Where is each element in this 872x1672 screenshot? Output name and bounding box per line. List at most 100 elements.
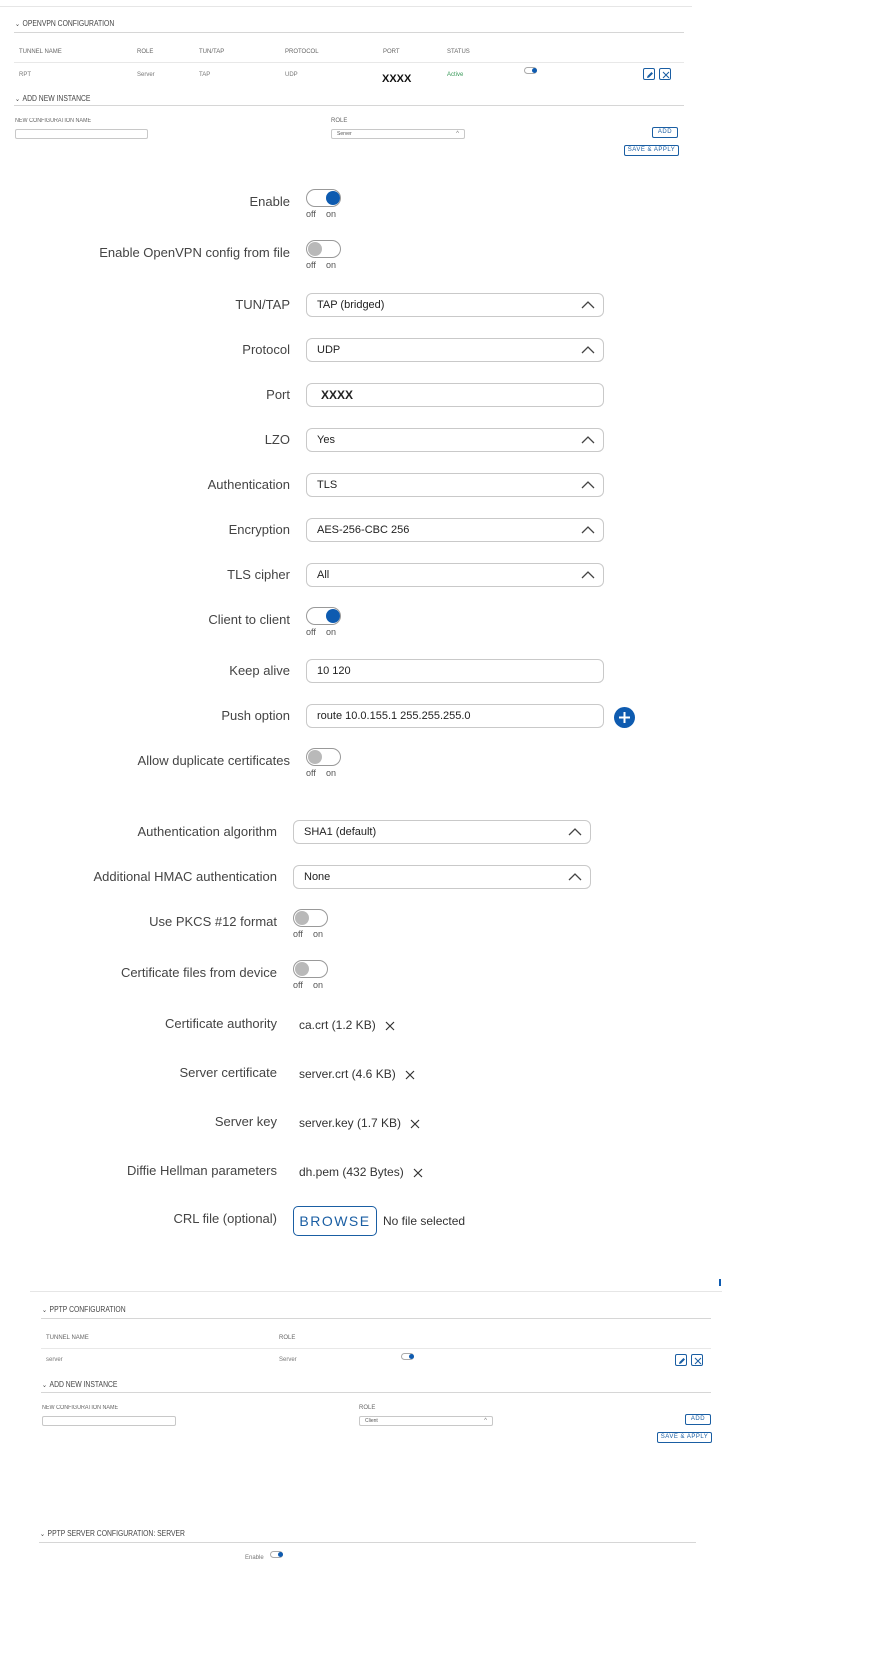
toggle-knob [278,1552,283,1557]
toggle-knob [308,242,322,256]
plus-icon [619,712,630,723]
remove-file-icon[interactable] [413,1168,423,1178]
row-enable-toggle[interactable] [524,67,538,75]
toggle-knob [326,191,340,205]
new-config-input[interactable] [15,129,148,139]
toggle-off-label: off [306,627,316,637]
save-apply-button[interactable]: SAVE & APPLY [624,145,679,156]
cert-from-device-toggle[interactable]: off on [293,960,329,990]
port-input[interactable]: XXXX [306,383,604,407]
save-apply-button[interactable]: SAVE & APPLY [657,1432,712,1443]
col-tuntap: TUN/TAP [199,49,225,55]
delete-button[interactable] [659,68,671,80]
chevron-down-icon: ⌄ [42,1382,47,1389]
add-push-option-button[interactable] [614,707,635,728]
client-to-client-label: Client to client [208,612,290,627]
tuntap-select[interactable]: TAP (bridged) [306,293,604,317]
enable-file-label: Enable OpenVPN config from file [99,245,290,260]
lzo-select[interactable]: Yes [306,428,604,452]
delete-button[interactable] [691,1354,703,1366]
protocol-select[interactable]: UDP [306,338,604,362]
remove-file-icon[interactable] [410,1119,420,1129]
enable-file-toggle[interactable]: off on [306,240,342,270]
authentication-select[interactable]: TLS [306,473,604,497]
add-instance-title[interactable]: ⌄ ADD NEW INSTANCE [15,94,90,103]
enable-toggle[interactable]: off on [306,189,342,219]
toggle-knob [295,962,309,976]
encryption-label: Encryption [228,522,290,537]
chevron-down-icon: ⌄ [15,21,20,28]
dh-label: Diffie Hellman parameters [126,1163,277,1178]
chevron-up-icon [568,828,582,836]
lzo-label: LZO [264,432,290,447]
new-config-label: NEW CONFIGURATION NAME [42,1405,119,1411]
pptp-server-section-title[interactable]: ⌄ PPTP SERVER CONFIGURATION: SERVER [40,1529,185,1538]
section-divider [41,1318,711,1319]
chevron-up-icon: ^ [456,131,459,137]
section-divider [14,105,684,106]
browse-button[interactable]: BROWSE [293,1206,377,1236]
tls-cipher-select[interactable]: All [306,563,604,587]
section-divider [41,1392,711,1393]
edit-button[interactable] [643,68,655,80]
server-cert-file: server.crt (4.6 KB) [299,1067,415,1081]
pkcs12-toggle[interactable]: off on [293,909,329,939]
role-label: ROLE [359,1405,376,1411]
row-tunnel-name: RPT [19,72,31,78]
top-divider [0,6,692,7]
row-port: XXXX [382,73,412,85]
new-config-input[interactable] [42,1416,176,1426]
pkcs12-label: Use PKCS #12 format [149,914,277,929]
ca-label: Certificate authority [165,1016,277,1031]
chevron-up-icon [568,873,582,881]
toggle-off-label: off [293,980,303,990]
row-tunnel-name: server [46,1357,63,1363]
hmac-label: Additional HMAC authentication [93,869,277,884]
toggle-knob [326,609,340,623]
duplicate-certs-toggle[interactable]: off on [306,748,342,778]
chevron-down-icon: ⌄ [42,1307,47,1314]
row-enable-toggle[interactable] [401,1353,415,1361]
client-to-client-toggle[interactable]: off on [306,607,342,637]
hmac-select[interactable]: None [293,865,591,889]
add-instance-title[interactable]: ⌄ ADD NEW INSTANCE [42,1380,117,1389]
section-divider [39,1542,696,1543]
cert-from-device-label: Certificate files from device [120,965,277,980]
add-button[interactable]: ADD [652,127,678,138]
push-option-input[interactable]: route 10.0.155.1 255.255.255.0 [306,704,604,728]
server-key-label: Server key [214,1114,277,1129]
role-select[interactable]: Server ^ [331,129,465,139]
toggle-knob [308,750,322,764]
chevron-up-icon [581,436,595,444]
encryption-select[interactable]: AES-256-CBC 256 [306,518,604,542]
row-status: Active [447,72,464,78]
close-icon [662,71,670,79]
add-button[interactable]: ADD [685,1414,711,1425]
col-role: ROLE [279,1335,296,1341]
toggle-off-label: off [306,209,316,219]
toggle-on-label: on [326,209,337,219]
auth-algorithm-select[interactable]: SHA1 (default) [293,820,591,844]
table-header-divider [41,1348,711,1349]
chevron-up-icon [581,481,595,489]
no-file-text: No file selected [383,1214,466,1228]
role-select[interactable]: Client ^ [359,1416,493,1426]
edit-button[interactable] [675,1354,687,1366]
server-cert-label: Server certificate [179,1065,277,1080]
remove-file-icon[interactable] [385,1021,395,1031]
tls-cipher-label: TLS cipher [227,567,290,582]
remove-file-icon[interactable] [405,1070,415,1080]
pptp-enable-toggle[interactable] [270,1551,284,1559]
authentication-label: Authentication [207,477,290,492]
toggle-on-label: on [326,260,337,270]
row-protocol: UDP [285,72,298,78]
pptp-section-title[interactable]: ⌄ PPTP CONFIGURATION [42,1305,126,1314]
keep-alive-input[interactable]: 10 120 [306,659,604,683]
toggle-knob [409,1354,414,1359]
close-icon [694,1357,702,1365]
keep-alive-label: Keep alive [229,663,290,678]
role-label: ROLE [331,118,348,124]
top-divider [30,1291,722,1292]
dh-file: dh.pem (432 Bytes) [299,1165,423,1179]
openvpn-section-title[interactable]: ⌄ OPENVPN CONFIGURATION [15,19,114,28]
